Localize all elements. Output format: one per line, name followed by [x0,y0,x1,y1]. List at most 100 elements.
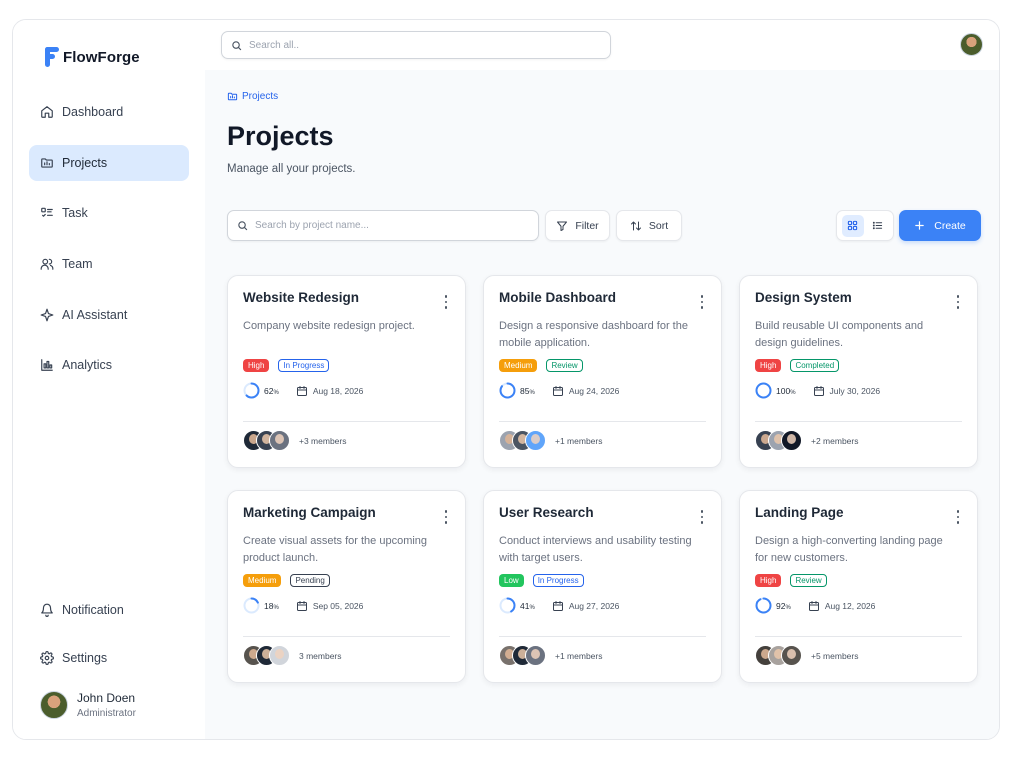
project-meta: 92% Aug 12, 2026 [755,597,875,614]
sidebar-item-settings[interactable]: Settings [29,640,189,676]
members-count: +1 members [555,650,603,661]
progress-ring [499,597,516,614]
folder-icon [41,158,53,168]
filter-button[interactable]: Filter [545,210,610,241]
status-badge: Review [546,359,583,372]
member-avatars[interactable]: +1 members [499,645,602,666]
sidebar-item-label: AI Assistant [62,307,128,322]
sidebar-item-analytics[interactable]: Analytics [29,347,189,383]
project-card[interactable]: Design System Build reusable UI componen… [739,275,978,468]
calendar-icon [808,600,819,611]
project-tags: Medium Pending [243,574,330,587]
view-toggle [836,210,894,241]
plus-icon [915,221,924,230]
member-avatars[interactable]: +3 members [243,430,346,451]
sidebar: FlowForge Dashboard Projects Task Team A… [13,20,205,739]
sidebar-item-ai-assistant[interactable]: AI Assistant [29,297,189,333]
sidebar-item-notification[interactable]: Notification [29,592,189,628]
due-date-label: Aug 24, 2026 [568,385,620,396]
due-date-label: July 30, 2026 [829,385,881,396]
priority-badge: High [755,574,782,587]
progress-value: 85% [520,385,535,396]
user-profile[interactable]: John Doen Administrator [40,691,136,719]
sidebar-item-dashboard[interactable]: Dashboard [29,94,189,130]
member-avatars[interactable]: +1 members [499,430,602,451]
project-card[interactable]: Mobile Dashboard Design a responsive das… [483,275,722,468]
logo-icon [45,47,59,67]
project-title: Landing Page [755,505,844,520]
more-options-icon[interactable] [954,295,962,309]
sort-button[interactable]: Sort [616,210,682,241]
calendar-icon [552,385,563,396]
progress-value: 41% [520,600,535,611]
status-badge: Completed [790,359,840,372]
calendar-icon [813,385,824,396]
project-meta: 85% Aug 24, 2026 [499,382,619,399]
due-date: Sep 05, 2026 [296,600,363,612]
sidebar-item-task[interactable]: Task [29,195,189,231]
project-meta: 18% Sep 05, 2026 [243,597,363,614]
more-options-icon[interactable] [698,510,706,524]
member-avatars[interactable]: +5 members [755,645,858,666]
project-tags: Low In Progress [499,574,584,587]
project-card[interactable]: Landing Page Design a high-converting la… [739,490,978,683]
users-icon [40,258,54,270]
progress-ring [499,382,516,399]
sidebar-item-team[interactable]: Team [29,246,189,282]
avatar [40,691,68,719]
project-description: Build reusable UI components and design … [755,320,924,349]
avatar [781,430,802,451]
card-divider [499,421,706,422]
more-options-icon[interactable] [442,295,450,309]
filter-label: Filter [575,219,599,232]
more-options-icon[interactable] [954,510,962,524]
avatar [781,645,802,666]
checklist-icon [41,208,53,218]
search-placeholder: Search all.. [249,39,300,51]
members-count: +1 members [555,435,603,446]
more-options-icon[interactable] [442,510,450,524]
avatar [269,645,290,666]
members-count: +5 members [811,650,859,661]
calendar-icon [296,385,307,396]
status-badge: Pending [290,574,330,587]
project-description: Design a high-converting landing page fo… [755,535,943,564]
project-card[interactable]: User Research Conduct interviews and usa… [483,490,722,683]
search-placeholder: Search by project name... [255,220,369,231]
progress-value: 100% [776,385,796,396]
project-tags: Medium Review [499,359,583,372]
members-count: +3 members [299,435,347,446]
progress-ring [755,597,772,614]
calendar-icon [552,600,563,611]
project-search-input[interactable]: Search by project name... [227,210,539,241]
avatar [525,645,546,666]
status-badge: In Progress [532,574,584,587]
global-search-input[interactable]: Search all.. [221,31,611,59]
sidebar-item-projects[interactable]: Projects [29,144,189,181]
logo[interactable]: FlowForge [45,47,140,67]
create-button[interactable]: Create [899,210,981,241]
sidebar-item-label: Analytics [62,358,113,373]
list-view-button[interactable] [867,215,889,237]
due-date-label: Aug 18, 2026 [312,385,364,396]
user-name: John Doen [77,691,136,705]
sparkle-icon [40,308,54,322]
due-date: Aug 24, 2026 [552,385,620,397]
calendar-icon [296,600,307,611]
priority-badge: High [755,359,782,372]
breadcrumb[interactable]: Projects [227,91,278,102]
member-avatars[interactable]: +2 members [755,430,858,451]
project-title: User Research [499,505,594,520]
member-avatars[interactable]: 3 members [243,645,342,666]
grid-view-button[interactable] [841,214,864,237]
members-count: +2 members [811,435,859,446]
project-card[interactable]: Website Redesign Company website redesig… [227,275,466,468]
profile-avatar[interactable] [960,33,983,56]
bar-chart-icon [41,359,53,372]
page-title: Projects [227,121,334,151]
priority-badge: Medium [243,574,282,587]
sort-icon [630,221,641,230]
app-name: FlowForge [63,48,140,66]
project-card[interactable]: Marketing Campaign Create visual assets … [227,490,466,683]
more-options-icon[interactable] [698,295,706,309]
